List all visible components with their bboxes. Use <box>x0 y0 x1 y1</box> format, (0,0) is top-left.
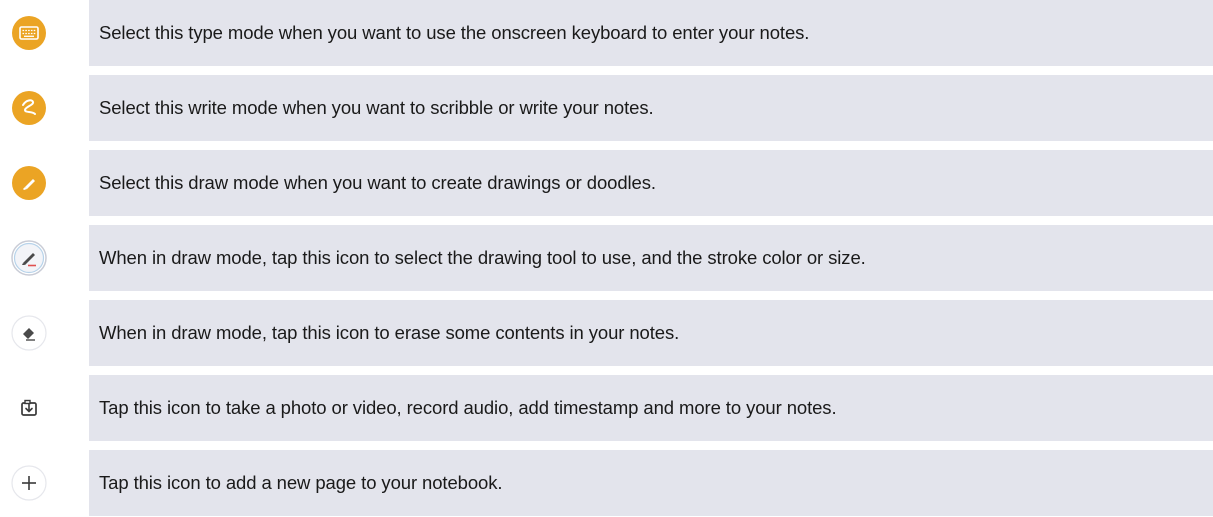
description-cell: When in draw mode, tap this icon to sele… <box>89 225 1213 291</box>
table-row: Select this draw mode when you want to c… <box>0 150 1213 216</box>
eraser-icon <box>9 313 49 353</box>
table-row: When in draw mode, tap this icon to sele… <box>0 225 1213 291</box>
icon-cell <box>0 0 89 66</box>
icon-cell <box>0 375 89 441</box>
table-row: Tap this icon to take a photo or video, … <box>0 375 1213 441</box>
description-text: When in draw mode, tap this icon to sele… <box>99 247 866 268</box>
description-text: Tap this icon to add a new page to your … <box>99 472 503 493</box>
description-cell: Select this write mode when you want to … <box>89 75 1213 141</box>
icon-cell <box>0 75 89 141</box>
table-row: Select this write mode when you want to … <box>0 75 1213 141</box>
description-cell: Tap this icon to add a new page to your … <box>89 450 1213 516</box>
icon-cell <box>0 150 89 216</box>
plus-icon <box>9 463 49 503</box>
icon-cell <box>0 450 89 516</box>
description-cell: Select this type mode when you want to u… <box>89 0 1213 66</box>
description-text: Select this write mode when you want to … <box>99 97 654 118</box>
brush-icon <box>9 163 49 203</box>
table-row: When in draw mode, tap this icon to eras… <box>0 300 1213 366</box>
insert-icon <box>9 388 49 428</box>
description-text: When in draw mode, tap this icon to eras… <box>99 322 680 343</box>
icon-description-table: Select this type mode when you want to u… <box>0 0 1213 517</box>
description-text: Select this type mode when you want to u… <box>99 22 810 43</box>
scribble-icon <box>9 88 49 128</box>
description-text: Tap this icon to take a photo or video, … <box>99 397 837 418</box>
description-cell: When in draw mode, tap this icon to eras… <box>89 300 1213 366</box>
description-cell: Tap this icon to take a photo or video, … <box>89 375 1213 441</box>
description-text: Select this draw mode when you want to c… <box>99 172 656 193</box>
icon-cell <box>0 300 89 366</box>
description-cell: Select this draw mode when you want to c… <box>89 150 1213 216</box>
icon-cell <box>0 225 89 291</box>
pen-icon <box>9 238 49 278</box>
table-row: Select this type mode when you want to u… <box>0 0 1213 66</box>
keyboard-icon <box>9 13 49 53</box>
table-row: Tap this icon to add a new page to your … <box>0 450 1213 516</box>
